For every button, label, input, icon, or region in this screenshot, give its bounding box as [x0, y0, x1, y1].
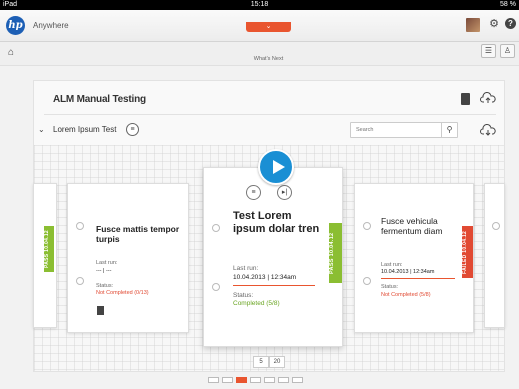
menu-icon[interactable]: ≡: [126, 123, 139, 136]
chat-icon[interactable]: ☰: [481, 44, 496, 58]
avatar[interactable]: [466, 18, 480, 32]
test-card-active[interactable]: ≡ ▸| Test Lorem ipsum dolar tren Last ru…: [203, 167, 343, 347]
help-icon[interactable]: ?: [505, 18, 516, 29]
select-radio[interactable]: [76, 222, 84, 230]
gear-icon[interactable]: ⚙: [487, 17, 501, 31]
home-icon[interactable]: ⌂: [5, 47, 17, 59]
status-value: Not Completed (5/8): [381, 292, 431, 298]
failed-tag: FAILED 10.04.12: [462, 226, 473, 278]
status-label: Status:: [233, 292, 254, 299]
divider: [233, 285, 315, 286]
document-icon[interactable]: [97, 306, 104, 315]
last-run-label: Last run:: [381, 262, 403, 268]
chevron-down-icon[interactable]: ⌄: [38, 125, 45, 134]
card-title: Fusce mattis tempor turpis: [96, 224, 180, 245]
search-input[interactable]: [351, 123, 441, 137]
page-total: 20: [269, 356, 285, 368]
page-dot[interactable]: [250, 377, 261, 383]
page-title: ALM Manual Testing: [53, 94, 146, 105]
status-label: Status:: [381, 284, 399, 290]
last-run-time: 12:34am: [270, 274, 297, 281]
page-dot[interactable]: [222, 377, 233, 383]
test-card[interactable]: Fusce mattis tempor turpis Last run: ---…: [67, 183, 189, 333]
pass-tag: PASS 10.04.12: [329, 223, 342, 283]
hp-logo[interactable]: hp: [6, 16, 25, 35]
people-icon[interactable]: ♙: [500, 44, 515, 58]
search-icon[interactable]: ⚲: [441, 123, 457, 137]
search-box: ⚲: [350, 122, 458, 138]
select-radio[interactable]: [363, 222, 371, 230]
select-radio[interactable]: [212, 283, 220, 291]
status-label: Status:: [96, 283, 114, 289]
last-run-value: --- | ---: [96, 268, 112, 274]
page-dot[interactable]: [278, 377, 289, 383]
clock: 15:18: [250, 1, 269, 8]
select-radio[interactable]: [363, 277, 371, 285]
test-card-partial-left[interactable]: PASS 10.04.12: [33, 183, 57, 328]
cloud-upload-icon[interactable]: [480, 91, 496, 105]
test-card[interactable]: Fusce vehicula fermentum diam Last run: …: [354, 183, 474, 333]
status-value: Completed (5/8): [233, 300, 280, 307]
divider: [44, 114, 496, 115]
page-current: 5: [253, 356, 269, 368]
last-run-date: 10.04.2013: [381, 269, 409, 275]
status-bar: iPad 15:18 58 %: [0, 0, 519, 10]
app-title: Anywhere: [33, 21, 69, 30]
page-dot-active[interactable]: [236, 377, 247, 383]
document-icon[interactable]: [461, 93, 470, 105]
card-title: Fusce vehicula fermentum diam: [381, 216, 443, 237]
last-run-date: 10.04.2013: [233, 274, 266, 281]
card-title: Test Lorem ipsum dolar tren: [233, 210, 320, 236]
play-button[interactable]: [258, 149, 294, 185]
app-root: iPad 15:18 58 % hp Anywhere ⚙ ? ⌂ What's…: [0, 0, 519, 389]
last-run-label: Last run:: [233, 265, 259, 272]
page-dot[interactable]: [264, 377, 275, 383]
battery-indicator: 58 %: [500, 1, 516, 8]
skip-icon[interactable]: ▸|: [277, 185, 292, 200]
select-radio[interactable]: [76, 277, 84, 285]
last-run-time: 12:34am: [413, 269, 435, 275]
test-card-partial-right[interactable]: [484, 183, 505, 328]
select-radio[interactable]: [492, 222, 500, 230]
status-value: Not Completed (0/13): [96, 290, 149, 296]
divider: [381, 278, 455, 279]
menu-icon[interactable]: ≡: [246, 185, 261, 200]
cloud-download-icon[interactable]: [480, 123, 496, 137]
select-radio[interactable]: [212, 224, 220, 232]
last-run-value: 10.04.2013 | 12:34am: [381, 269, 434, 275]
whats-next-tab[interactable]: ⌄: [246, 22, 291, 32]
pass-tag: PASS 10.04.12: [44, 226, 54, 272]
page-dot[interactable]: [292, 377, 303, 383]
page-dot[interactable]: [208, 377, 219, 383]
last-run-label: Last run:: [96, 260, 118, 266]
whats-next-label: What's Next: [253, 56, 284, 62]
last-run-value: 10.04.2013 | 12:34am: [233, 274, 296, 281]
sub-toolbar: ⌂ What's Next: [0, 42, 519, 66]
project-selector[interactable]: Lorem Ipsum Test: [53, 125, 116, 134]
